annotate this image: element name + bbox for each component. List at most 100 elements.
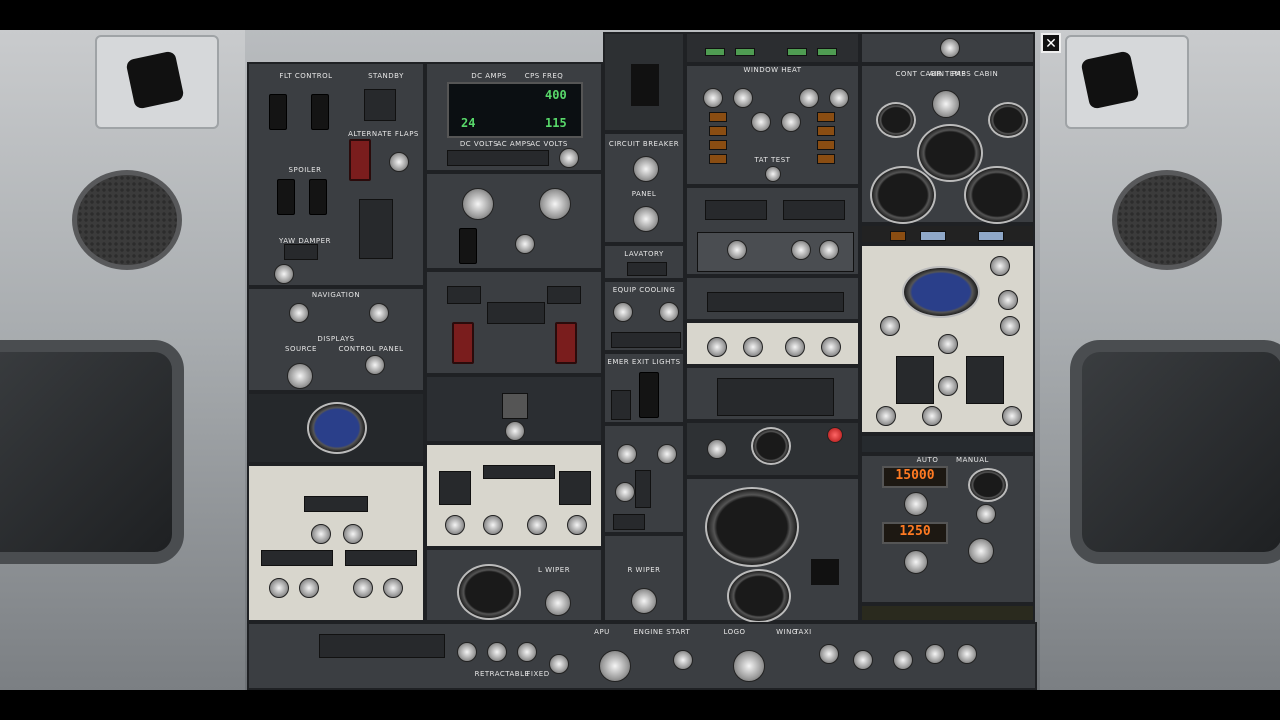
bus-knob-4[interactable] <box>567 515 587 535</box>
apu-bleed-knob[interactable] <box>938 376 958 396</box>
wing-light-knob[interactable] <box>925 644 945 664</box>
bleed-knob-7[interactable] <box>1002 406 1022 426</box>
source-knob[interactable] <box>287 363 313 389</box>
r-wiper-knob[interactable] <box>631 588 657 614</box>
wheel-well-knob[interactable] <box>957 644 977 664</box>
probe-heat-knob-2[interactable] <box>781 112 801 132</box>
bus-tie-lights <box>483 465 555 479</box>
galley-knob[interactable] <box>515 234 535 254</box>
yaw-damper-knob[interactable] <box>274 264 294 284</box>
runway-turnoff-knob-2[interactable] <box>487 642 507 662</box>
pack-switch-right[interactable] <box>966 356 1004 404</box>
bus-knob-1[interactable] <box>445 515 465 535</box>
fuel-pump-knob-3[interactable] <box>299 578 319 598</box>
l-wiper-knob[interactable] <box>545 590 571 616</box>
r-wiper-label: R WIPER <box>627 566 661 574</box>
flt-control-b-switch[interactable] <box>311 94 329 130</box>
bleed-knob-4[interactable] <box>1000 316 1020 336</box>
vhf-nav-knob[interactable] <box>289 303 309 323</box>
pressurization-mode-knob[interactable] <box>976 504 996 524</box>
right-speaker <box>1112 170 1222 270</box>
bleed-knob-5[interactable] <box>876 406 896 426</box>
generator-panel <box>425 270 603 375</box>
temp-indicator-strip <box>860 224 1035 244</box>
apu-knob[interactable] <box>505 421 525 441</box>
anti-collision-knob[interactable] <box>893 650 913 670</box>
horn-cutout-button[interactable] <box>811 559 839 585</box>
close-button[interactable]: ✕ <box>1041 33 1061 53</box>
engine-1-start-knob[interactable] <box>599 650 631 682</box>
seatbelt-knob[interactable] <box>657 444 677 464</box>
apu-switch-knob[interactable] <box>549 654 569 674</box>
control-panel-knob[interactable] <box>365 355 385 375</box>
attend-knob[interactable] <box>615 482 635 502</box>
no-smoking-knob[interactable] <box>617 444 637 464</box>
pressurization-lights <box>860 434 1035 454</box>
emer-exit-switch[interactable] <box>639 372 659 418</box>
bleed-knob-2[interactable] <box>998 290 1018 310</box>
bus-knob-3[interactable] <box>527 515 547 535</box>
runway-turnoff-knob-1[interactable] <box>457 642 477 662</box>
gen-2-guard[interactable] <box>555 322 577 364</box>
bus-transfer-switch[interactable] <box>487 302 545 324</box>
window-heat-knob-4[interactable] <box>829 88 849 108</box>
bleed-knob-6[interactable] <box>922 406 942 426</box>
exhaust-knob[interactable] <box>659 302 679 322</box>
bus-knob-2[interactable] <box>483 515 503 535</box>
meter-selector-knob[interactable] <box>559 148 579 168</box>
fuel-pump-knob-1[interactable] <box>343 524 363 544</box>
supply-knob[interactable] <box>613 302 633 322</box>
hyd-pump-knob-3[interactable] <box>785 337 805 357</box>
trip-reset-knob[interactable] <box>940 38 960 58</box>
tat-test-button[interactable] <box>765 166 781 182</box>
crossfeed-knob[interactable] <box>311 524 331 544</box>
trip-reset-panel <box>860 32 1035 64</box>
air-temp-source-knob[interactable] <box>932 90 960 118</box>
landing-light-switches[interactable] <box>319 634 445 658</box>
window-heat-knob-3[interactable] <box>799 88 819 108</box>
hyd-pump-knob-1[interactable] <box>707 337 727 357</box>
alternate-flaps-label: ALTERNATE FLAPS <box>348 130 419 138</box>
position-light-knob[interactable] <box>853 650 873 670</box>
door-lights-panel <box>685 366 860 421</box>
bleed-knob-1[interactable] <box>990 256 1010 276</box>
landing-altitude-knob[interactable] <box>904 550 928 574</box>
cvr-knob[interactable] <box>707 439 727 459</box>
eng-anti-ice-knob-2[interactable] <box>819 240 839 260</box>
cvr-test-button[interactable] <box>827 427 843 443</box>
ac-meter-knob[interactable] <box>539 188 571 220</box>
grd-call-switch[interactable] <box>635 470 651 508</box>
logo-light-knob[interactable] <box>819 644 839 664</box>
circuit-breaker-knob[interactable] <box>633 156 659 182</box>
eng-anti-ice-knob-1[interactable] <box>791 240 811 260</box>
fuel-pump-knob-5[interactable] <box>383 578 403 598</box>
fuel-pump-knob-4[interactable] <box>353 578 373 598</box>
isolation-valve-knob[interactable] <box>938 334 958 354</box>
engine-2-start-knob[interactable] <box>733 650 765 682</box>
probe-light-6 <box>817 126 835 136</box>
wiper-panel-left: L WIPER <box>425 548 603 622</box>
window-heat-knob-1[interactable] <box>703 88 723 108</box>
flight-altitude-knob[interactable] <box>904 492 928 516</box>
dc-meter-knob[interactable] <box>462 188 494 220</box>
apu-gauge <box>502 393 528 419</box>
ignition-select-knob[interactable] <box>673 650 693 670</box>
battery-switch[interactable] <box>459 228 477 264</box>
panel-light-knob[interactable] <box>633 206 659 232</box>
window-heat-knob-2[interactable] <box>733 88 753 108</box>
probe-heat-knob-1[interactable] <box>751 112 771 132</box>
irs-knob[interactable] <box>369 303 389 323</box>
hyd-pump-knob-2[interactable] <box>743 337 763 357</box>
fuel-pump-knob-2[interactable] <box>269 578 289 598</box>
taxi-light-knob[interactable] <box>517 642 537 662</box>
gen-1-guard[interactable] <box>452 322 474 364</box>
duct-pressure-gauge <box>902 266 980 318</box>
outflow-valve-switch[interactable] <box>968 538 994 564</box>
spoiler-a-switch[interactable] <box>277 179 295 215</box>
wing-anti-ice-knob[interactable] <box>727 240 747 260</box>
pack-switch-left[interactable] <box>896 356 934 404</box>
spoiler-b-switch[interactable] <box>309 179 327 215</box>
flt-control-a-switch[interactable] <box>269 94 287 130</box>
bleed-knob-3[interactable] <box>880 316 900 336</box>
hyd-pump-knob-4[interactable] <box>821 337 841 357</box>
